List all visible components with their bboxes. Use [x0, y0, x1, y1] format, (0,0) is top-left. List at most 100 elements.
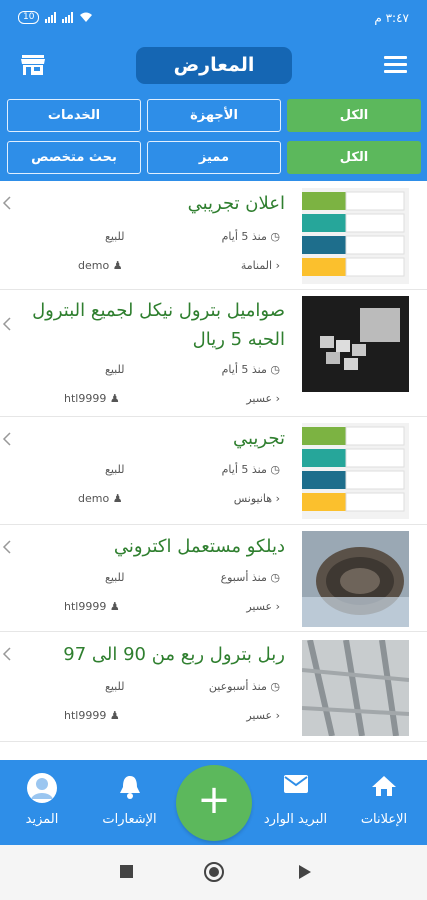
listing-location-text: هانيونس [233, 492, 273, 505]
photo-image [302, 531, 409, 627]
status-bar: 10 ٣:٤٧ م [0, 0, 427, 35]
listing-location: ‹ عسير [246, 709, 280, 722]
listing-type: للبيع [105, 463, 125, 476]
listing-user: demo ♟ [78, 259, 123, 272]
listing-user: htl9999 ♟ [64, 392, 120, 405]
listing-title: ديلكو مستعمل اكتروني [113, 536, 285, 557]
listing-thumbnail [302, 296, 409, 392]
listing-user: htl9999 ♟ [64, 709, 120, 722]
listing-location: ‹ هانيونس [233, 492, 280, 505]
placeholder-image [302, 188, 409, 284]
listing-time: ◷ منذ أسبوعين [208, 680, 280, 693]
photo-image [302, 640, 409, 736]
listing-type: للبيع [105, 230, 125, 243]
listing-location: ‹ عسير [246, 600, 280, 613]
nav-notifications[interactable]: الإشعارات [87, 760, 172, 845]
listing-time-text: منذ 5 أيام [221, 463, 267, 476]
filter-type-all[interactable]: الكل [287, 141, 421, 174]
listing-thumbnail [302, 188, 409, 284]
filter-category-services[interactable]: الخدمات [7, 99, 141, 132]
signal-icon-2 [62, 12, 74, 23]
listing-time: ◷ منذ أسبوع [220, 571, 280, 584]
listing-time-text: منذ 5 أيام [221, 230, 267, 243]
listing-location-text: المنامة [240, 259, 273, 272]
bell-icon [119, 776, 140, 799]
app-root: 10 ٣:٤٧ م المعارض الكل الأجهزة الخدمات ا… [0, 0, 427, 900]
filter-category-all[interactable]: الكل [287, 99, 421, 132]
listing-thumbnail [302, 423, 409, 519]
listing-type: للبيع [105, 680, 125, 693]
placeholder-image [302, 423, 409, 519]
listing-user-text: htl9999 [64, 392, 107, 405]
filter-category-devices[interactable]: الأجهزة [147, 99, 281, 132]
store-icon [21, 55, 45, 75]
nav-notifications-label: الإشعارات [102, 812, 157, 827]
listing-time-text: منذ أسبوع [220, 571, 267, 584]
listing-location-text: عسير [246, 392, 273, 405]
chevron-left-icon [2, 540, 11, 554]
menu-button[interactable] [384, 56, 407, 75]
listing-item[interactable]: اعلان تجريبي ◷ منذ 5 أيام للبيع ‹ المنام… [0, 181, 427, 290]
listing-item[interactable]: تجريبي ◷ منذ 5 أيام للبيع ‹ هانيونس demo… [0, 417, 427, 525]
filter-bar: الكل الأجهزة الخدمات الكل مميز بحث متخصص [0, 97, 427, 181]
listing-user-text: htl9999 [64, 709, 107, 722]
chevron-left-icon [2, 647, 11, 661]
listing-user: demo ♟ [78, 492, 123, 505]
home-circle-icon[interactable] [203, 861, 225, 883]
listing-user: htl9999 ♟ [64, 600, 120, 613]
hamburger-icon [384, 56, 407, 73]
recent-apps-icon[interactable] [120, 865, 133, 878]
chevron-left-icon [2, 196, 11, 210]
nav-inbox-label: البريد الوارد [263, 812, 328, 827]
avatar-icon [27, 773, 57, 803]
user-icon: ♟ [109, 392, 120, 405]
listing-type: للبيع [105, 571, 125, 584]
filter-type-featured[interactable]: مميز [147, 141, 281, 174]
photo-image [302, 296, 409, 392]
listing-location-text: عسير [246, 600, 273, 613]
listing-time-text: منذ 5 أيام [221, 363, 267, 376]
listing-user-text: htl9999 [64, 600, 107, 613]
status-time: ٣:٤٧ م [374, 10, 409, 25]
user-icon: ♟ [112, 492, 123, 505]
listing-thumbnail [302, 531, 409, 627]
listing-time: ◷ منذ 5 أيام [221, 463, 280, 476]
listing-title: اعلان تجريبي [187, 193, 285, 214]
listing-item[interactable]: ديلكو مستعمل اكتروني ◷ منذ أسبوع للبيع ‹… [0, 525, 427, 632]
listing-time: ◷ منذ 5 أيام [221, 230, 280, 243]
user-icon: ♟ [109, 709, 120, 722]
chevron-left-icon [2, 317, 11, 331]
listing-user-text: demo [78, 259, 110, 272]
nav-ads-label: الإعلانات [360, 812, 408, 827]
listing-item[interactable]: صواميل بترول نيكل لجميع البترول الحبه 5 … [0, 290, 427, 417]
nav-ads[interactable]: الإعلانات [344, 760, 424, 845]
listing-location-text: عسير [246, 709, 273, 722]
user-icon: ♟ [112, 259, 123, 272]
listing-time-text: منذ أسبوعين [208, 680, 267, 693]
system-nav-bar [0, 845, 427, 900]
back-icon[interactable] [298, 864, 312, 880]
listing-location: ‹ المنامة [240, 259, 280, 272]
listing-title: تجريبي [232, 428, 285, 449]
chevron-left-icon [2, 432, 11, 446]
listing-user-text: demo [78, 492, 110, 505]
nav-more[interactable]: المزيد [2, 760, 82, 845]
nav-inbox[interactable]: البريد الوارد [253, 760, 338, 845]
battery-icon: 10 [18, 11, 40, 24]
listing-title: ربل بترول ربع من 90 الى 97 [63, 644, 285, 665]
mail-icon [283, 775, 308, 793]
filter-advanced-search[interactable]: بحث متخصص [7, 141, 141, 174]
home-icon [372, 776, 396, 796]
status-icons: 10 [18, 11, 93, 24]
listing-title: صواميل بترول نيكل لجميع البترول الحبه 5 … [32, 300, 285, 350]
listing-thumbnail [302, 640, 409, 736]
page-title: المعارض [136, 47, 292, 84]
add-listing-button[interactable]: + [176, 765, 252, 841]
nav-more-label: المزيد [25, 812, 59, 827]
listing-location: ‹ عسير [246, 392, 280, 405]
store-button[interactable] [20, 53, 46, 77]
app-header: المعارض [0, 35, 427, 97]
wifi-icon [80, 12, 93, 22]
listing-item[interactable]: ربل بترول ربع من 90 الى 97 ◷ منذ أسبوعين… [0, 632, 427, 742]
listing-time: ◷ منذ 5 أيام [221, 363, 280, 376]
